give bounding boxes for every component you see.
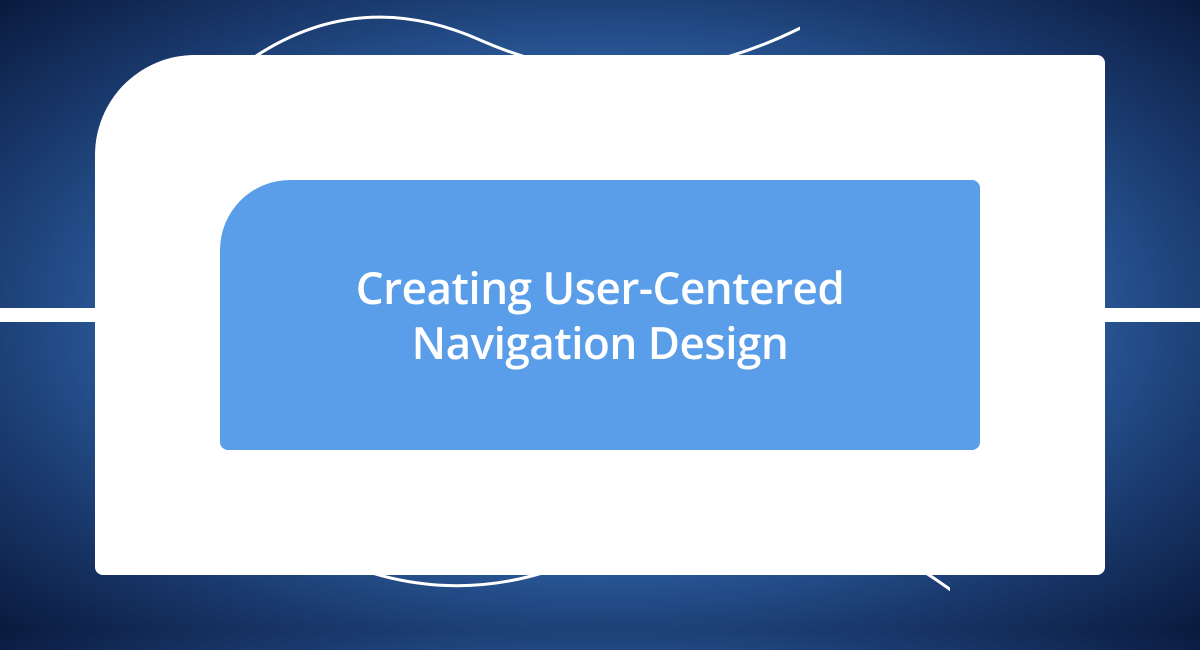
page-title: Creating User-Centered Navigation Design	[260, 260, 940, 370]
decorative-wave-bottom	[250, 450, 950, 650]
decorative-line-right	[1100, 308, 1200, 322]
decorative-line-left	[0, 308, 100, 322]
title-container: Creating User-Centered Navigation Design	[220, 180, 980, 450]
decorative-wave-top	[200, 0, 800, 180]
